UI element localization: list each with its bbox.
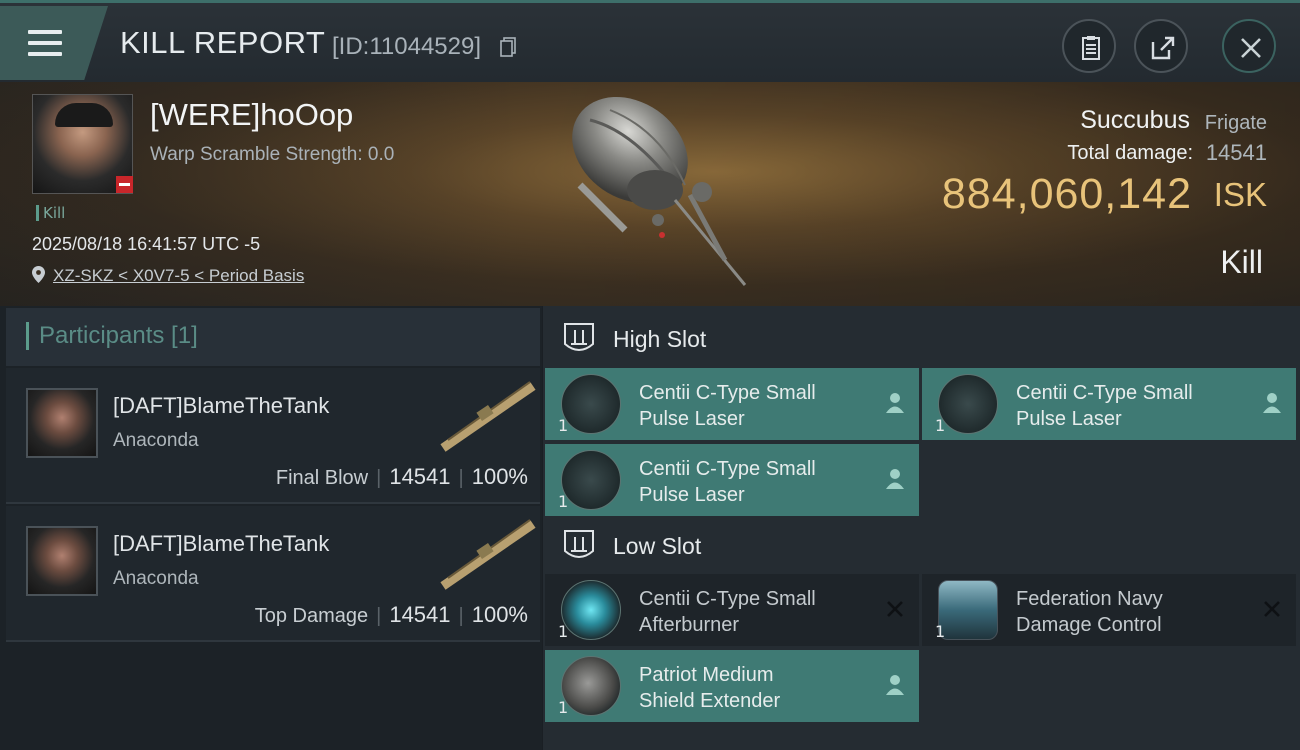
module-quantity: 1 — [935, 416, 946, 435]
module-quantity: 1 — [558, 416, 569, 435]
participant-stats: Top Damage | 14541 | 100% — [254, 602, 528, 627]
pilot-icon — [1263, 393, 1281, 413]
participant-ship: Anaconda — [113, 568, 199, 589]
participant-percent: 100% — [471, 464, 528, 489]
ship-name[interactable]: Succubus — [1080, 106, 1190, 135]
page-title: KILL REPORT — [120, 25, 326, 60]
participant-damage: 14541 — [389, 602, 451, 627]
module-name: Centii C-Type Small Pulse Laser — [1016, 382, 1193, 430]
total-damage-label: Total damage: — [1067, 142, 1193, 164]
location-pin-icon — [32, 266, 45, 283]
module-name: Patriot Medium Shield Extender — [639, 664, 781, 712]
loss-badge — [116, 176, 133, 193]
kill-timestamp: 2025/08/18 16:41:57 UTC -5 — [32, 234, 261, 254]
low-slot-icon — [564, 530, 594, 558]
participant-portrait[interactable] — [26, 526, 98, 596]
share-button[interactable] — [1134, 19, 1188, 73]
share-icon — [1151, 36, 1175, 60]
ship-render — [572, 96, 747, 286]
pilot-icon — [886, 675, 904, 695]
destroyed-icon — [887, 601, 903, 617]
weapon-icon — [440, 519, 536, 590]
module-item[interactable]: 1 Centii C-Type Small Pulse Laser — [922, 368, 1296, 440]
destroyed-icon — [1264, 601, 1280, 617]
participant-role: Top Damage — [254, 605, 369, 627]
participant-role: Final Blow — [275, 467, 369, 489]
module-quantity: 1 — [935, 622, 946, 641]
module-name: Centii C-Type Small Pulse Laser — [639, 382, 816, 430]
participant-row[interactable]: [DAFT]BlameTheTank Anaconda Top Damage | 1… — [6, 506, 540, 642]
pulse-laser-icon — [561, 450, 621, 510]
clipboard-button[interactable] — [1062, 19, 1116, 73]
isk-unit: ISK — [1213, 176, 1267, 213]
ship-class: Frigate — [1204, 112, 1267, 134]
damage-control-icon — [938, 580, 998, 640]
pilot-icon — [886, 393, 904, 413]
pulse-laser-icon — [938, 374, 998, 434]
high-slot-header: High Slot — [560, 320, 1290, 360]
low-slot-label: Low Slot — [613, 533, 702, 559]
total-damage-value: 14541 — [1205, 140, 1267, 165]
participant-percent: 100% — [471, 602, 528, 627]
afterburner-icon — [561, 580, 621, 640]
module-item[interactable]: 1 Centii C-Type Small Pulse Laser — [545, 368, 919, 440]
module-name: Federation Navy Damage Control — [1016, 588, 1163, 636]
module-item[interactable]: 1 Centii C-Type Small Pulse Laser — [545, 444, 919, 516]
isk-value: 884,060,142 — [941, 170, 1192, 218]
module-name: Centii C-Type Small Afterburner — [639, 588, 816, 636]
report-type: Kill — [1220, 244, 1263, 280]
copy-icon[interactable] — [500, 37, 516, 57]
participants-title: Participants [1] — [26, 322, 198, 350]
menu-button[interactable] — [0, 6, 108, 80]
module-quantity: 1 — [558, 622, 569, 641]
module-quantity: 1 — [558, 698, 569, 717]
module-quantity: 1 — [558, 492, 569, 511]
clipboard-icon — [1082, 36, 1100, 60]
header-bar: KILL REPORT [ID:11044529] — [0, 0, 1300, 82]
weapon-icon — [440, 381, 536, 452]
shield-extender-icon — [561, 656, 621, 716]
kill-location[interactable]: XZ-SKZ < X0V7-5 < Period Basis — [32, 266, 304, 286]
low-slot-header: Low Slot — [560, 527, 1290, 567]
location-link[interactable]: XZ-SKZ < X0V7-5 < Period Basis — [53, 266, 304, 285]
high-slot-icon — [564, 323, 594, 351]
close-icon — [1241, 38, 1261, 58]
high-slot-label: High Slot — [613, 326, 707, 352]
module-name: Centii C-Type Small Pulse Laser — [639, 458, 816, 506]
participant-portrait[interactable] — [26, 388, 98, 458]
hamburger-icon — [28, 30, 62, 63]
victim-name[interactable]: [WERE]hoOop — [150, 97, 353, 133]
scroll-fade — [543, 728, 1300, 750]
participant-row[interactable]: [DAFT]BlameTheTank Anaconda Final Blow | 1… — [6, 368, 540, 504]
participant-ship: Anaconda — [113, 430, 199, 451]
participant-stats: Final Blow | 14541 | 100% — [275, 464, 528, 489]
module-item[interactable]: 1 Federation Navy Damage Control — [922, 574, 1296, 646]
module-item[interactable]: 1 Patriot Medium Shield Extender — [545, 650, 919, 722]
module-item[interactable]: 1 Centii C-Type Small Afterburner — [545, 574, 919, 646]
pulse-laser-icon — [561, 374, 621, 434]
kill-tag: Kill — [36, 205, 65, 221]
participant-name: [DAFT]BlameTheTank — [113, 531, 330, 556]
participant-damage: 14541 — [389, 464, 451, 489]
warp-scramble-strength: Warp Scramble Strength: 0.0 — [150, 144, 395, 165]
pilot-icon — [886, 469, 904, 489]
report-id: [ID:11044529] — [332, 33, 482, 60]
participant-name: [DAFT]BlameTheTank — [113, 393, 330, 418]
close-button[interactable] — [1222, 19, 1276, 73]
